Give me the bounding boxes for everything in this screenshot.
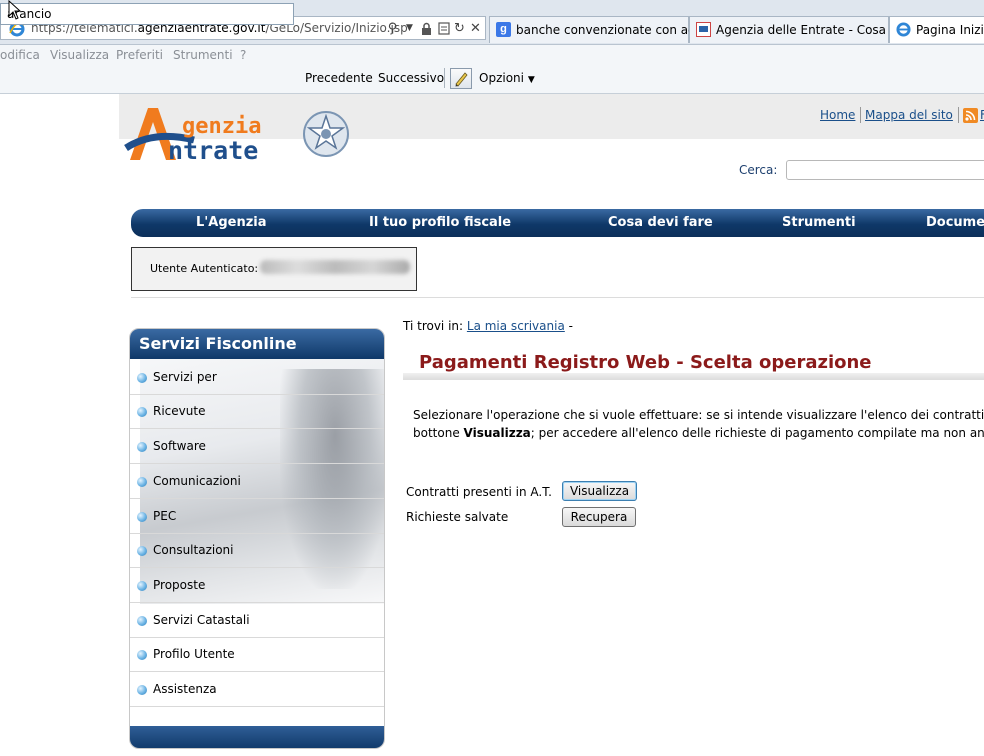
search-label: Cerca: bbox=[739, 163, 778, 177]
sidebar-item-label: Comunicazioni bbox=[153, 474, 241, 488]
sidebar-item-label: Proposte bbox=[153, 578, 206, 592]
find-next-button[interactable]: Successivo bbox=[378, 71, 444, 85]
visualizza-button[interactable]: Visualizza bbox=[562, 481, 637, 501]
menu-modifica[interactable]: odifica bbox=[0, 48, 40, 62]
servizi-fisconline-panel: Servizi Fisconline Servizi per Ricevute … bbox=[129, 328, 385, 749]
sidebar-item-profilo-utente[interactable]: Profilo Utente bbox=[130, 638, 384, 672]
sidebar-footer bbox=[130, 726, 384, 748]
sidebar-item-label: Ricevute bbox=[153, 404, 206, 418]
separator bbox=[131, 297, 984, 298]
pencil-icon[interactable] bbox=[450, 68, 472, 89]
sidebar-item-label: Profilo Utente bbox=[153, 647, 235, 661]
bullet-icon bbox=[137, 616, 147, 626]
sidebar-title: Servizi Fisconline bbox=[139, 334, 297, 353]
sidebar-item-label: Servizi per bbox=[153, 370, 217, 384]
ie-icon bbox=[896, 22, 911, 37]
bullet-icon bbox=[137, 685, 147, 695]
breadcrumb-suffix: - bbox=[568, 319, 573, 333]
site-map-link[interactable]: Mappa del sito bbox=[865, 108, 953, 122]
sidebar-item-servizi-per[interactable]: Servizi per bbox=[130, 361, 384, 395]
sidebar-item-pec[interactable]: PEC bbox=[130, 500, 384, 534]
bullet-icon bbox=[137, 581, 147, 591]
intro-text-line1: Selezionare l'operazione che si vuole ef… bbox=[413, 408, 984, 422]
chevron-down-icon: ▼ bbox=[527, 75, 535, 85]
authenticated-user-box: Utente Autenticato: bbox=[131, 247, 417, 291]
sidebar-item-proposte[interactable]: Proposte bbox=[130, 569, 384, 603]
sidebar-item-label: Servizi Catastali bbox=[153, 613, 250, 627]
sidebar-item-comunicazioni[interactable]: Comunicazioni bbox=[130, 465, 384, 499]
breadcrumb-link-scrivania[interactable]: La mia scrivania bbox=[467, 319, 565, 333]
find-previous-button[interactable]: Precedente bbox=[305, 71, 373, 85]
intro-text: ; per accedere all'elenco delle richiest… bbox=[530, 426, 984, 440]
tab-label: banche convenzionate con ag... bbox=[516, 23, 708, 37]
sidebar-item-ricevute[interactable]: Ricevute bbox=[130, 395, 384, 429]
more-link[interactable]: F bbox=[980, 108, 984, 122]
tab-pagina-iniziale[interactable]: Pagina Iniziale bbox=[889, 16, 984, 43]
divider bbox=[444, 68, 445, 88]
agenzia-favicon-icon bbox=[696, 22, 711, 37]
title-underline bbox=[403, 373, 984, 380]
nav-profilo-fiscale[interactable]: Il tuo profilo fiscale bbox=[369, 215, 511, 230]
sidebar-item-label: PEC bbox=[153, 509, 177, 523]
intro-text-line2: bottone Visualizza; per accedere all'ele… bbox=[413, 426, 984, 440]
contratti-label: Contratti presenti in A.T. bbox=[406, 485, 552, 499]
bullet-icon bbox=[137, 442, 147, 452]
intro-text-bold: Visualizza bbox=[463, 426, 531, 440]
refresh-icon[interactable]: ↻ bbox=[452, 20, 467, 37]
bullet-icon bbox=[137, 650, 147, 660]
richieste-label: Richieste salvate bbox=[406, 510, 509, 524]
agenzia-entrate-logo: genzia ntrate bbox=[124, 108, 349, 165]
nav-strumenti[interactable]: Strumenti bbox=[782, 215, 856, 230]
home-link[interactable]: Home bbox=[820, 108, 855, 122]
sidebar-item-servizi-catastali[interactable]: Servizi Catastali bbox=[130, 604, 384, 638]
bullet-icon bbox=[137, 512, 147, 522]
tab-label: Agenzia delle Entrate - Cosa de... bbox=[716, 23, 917, 37]
compatibility-view-icon[interactable] bbox=[436, 20, 451, 37]
bullet-icon bbox=[137, 373, 147, 383]
divider bbox=[958, 107, 959, 123]
divider bbox=[860, 107, 861, 123]
sidebar-item-label: Consultazioni bbox=[153, 543, 234, 557]
menu-help[interactable]: ? bbox=[240, 48, 246, 62]
menu-bar: odifica Visualizza Preferiti Strumenti ? bbox=[0, 45, 984, 65]
menu-strumenti[interactable]: Strumenti bbox=[173, 48, 233, 62]
main-navigation: L'Agenzia Il tuo profilo fiscale Cosa de… bbox=[131, 209, 984, 237]
find-options-button[interactable]: Opzioni ▼ bbox=[479, 71, 535, 85]
redacted-username bbox=[260, 260, 410, 274]
sidebar-item-label: Assistenza bbox=[153, 682, 217, 696]
find-input[interactable] bbox=[0, 3, 294, 25]
page-title: Pagamenti Registro Web - Scelta operazio… bbox=[419, 352, 872, 373]
nav-documenti[interactable]: Documen bbox=[926, 215, 984, 230]
menu-visualizza[interactable]: Visualizza bbox=[50, 48, 109, 62]
search-icon[interactable]: ⚲ bbox=[385, 20, 400, 37]
sidebar-item-consultazioni[interactable]: Consultazioni bbox=[130, 534, 384, 568]
tab-agenzia-entrate[interactable]: Agenzia delle Entrate - Cosa de... bbox=[689, 16, 916, 43]
sidebar-item-software[interactable]: Software bbox=[130, 430, 384, 464]
dropdown-arrow-icon[interactable]: ▼ bbox=[402, 20, 417, 37]
google-icon: g bbox=[496, 22, 511, 37]
lock-icon[interactable] bbox=[419, 20, 434, 37]
sidebar-item-assistenza[interactable]: Assistenza bbox=[130, 673, 384, 707]
search-input[interactable] bbox=[786, 160, 984, 180]
nav-agenzia[interactable]: L'Agenzia bbox=[196, 215, 267, 230]
bullet-icon bbox=[137, 546, 147, 556]
bullet-icon bbox=[137, 477, 147, 487]
tab-label: Pagina Iniziale bbox=[916, 23, 984, 37]
breadcrumb: Ti trovi in: La mia scrivania - bbox=[403, 319, 573, 333]
recupera-button[interactable]: Recupera bbox=[562, 507, 636, 527]
sidebar-item-label: Software bbox=[153, 439, 206, 453]
mouse-cursor-icon bbox=[8, 0, 22, 20]
rss-icon[interactable] bbox=[963, 108, 978, 123]
user-label: Utente Autenticato: bbox=[150, 262, 259, 275]
bullet-icon bbox=[137, 407, 147, 417]
intro-text: bottone bbox=[413, 426, 464, 440]
close-icon[interactable]: ✕ bbox=[468, 20, 483, 37]
svg-text:ntrate: ntrate bbox=[168, 136, 258, 165]
tab-banche[interactable]: g banche convenzionate con ag... bbox=[489, 16, 707, 43]
sidebar-header: Servizi Fisconline bbox=[130, 329, 384, 359]
breadcrumb-prefix: Ti trovi in: bbox=[403, 319, 464, 333]
nav-cosa-devi-fare[interactable]: Cosa devi fare bbox=[608, 215, 713, 230]
menu-preferiti[interactable]: Preferiti bbox=[116, 48, 163, 62]
